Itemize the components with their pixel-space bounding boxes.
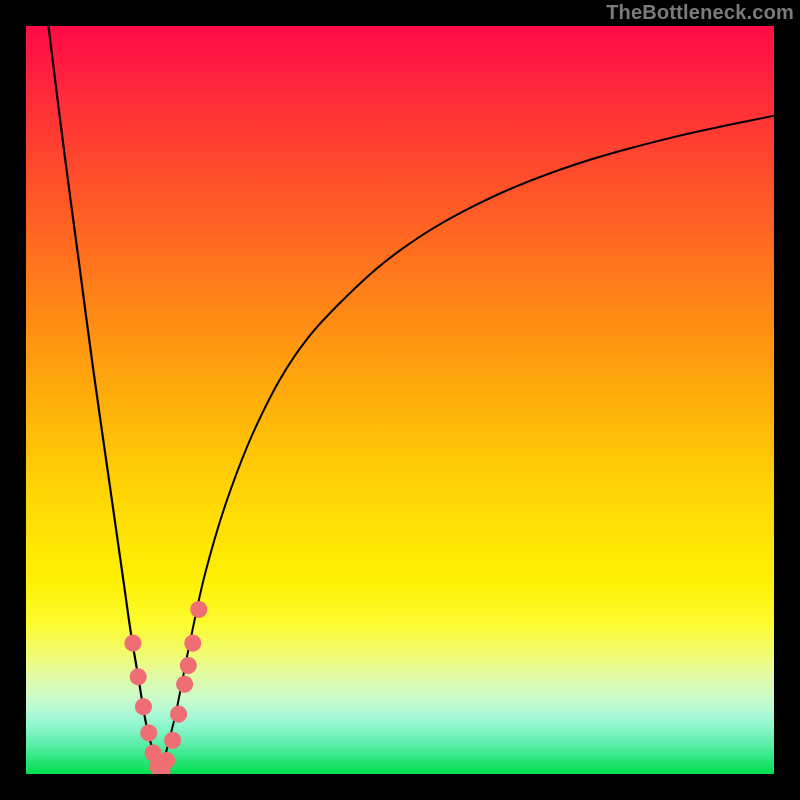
chart-frame: TheBottleneck.com: [0, 0, 800, 800]
right-branch-path: [161, 116, 774, 774]
data-marker: [170, 706, 187, 723]
data-marker: [180, 657, 197, 674]
data-marker: [124, 635, 141, 652]
data-marker: [184, 635, 201, 652]
data-marker: [176, 676, 193, 693]
curve-layer: [26, 26, 774, 774]
data-marker: [135, 698, 152, 715]
data-marker: [190, 601, 207, 618]
left-branch-path: [48, 26, 160, 774]
plot-area: [26, 26, 774, 774]
watermark-text: TheBottleneck.com: [606, 2, 794, 25]
data-marker: [164, 732, 181, 749]
data-marker: [140, 724, 157, 741]
marker-group: [124, 601, 207, 774]
data-marker: [130, 668, 147, 685]
data-marker: [158, 752, 175, 769]
